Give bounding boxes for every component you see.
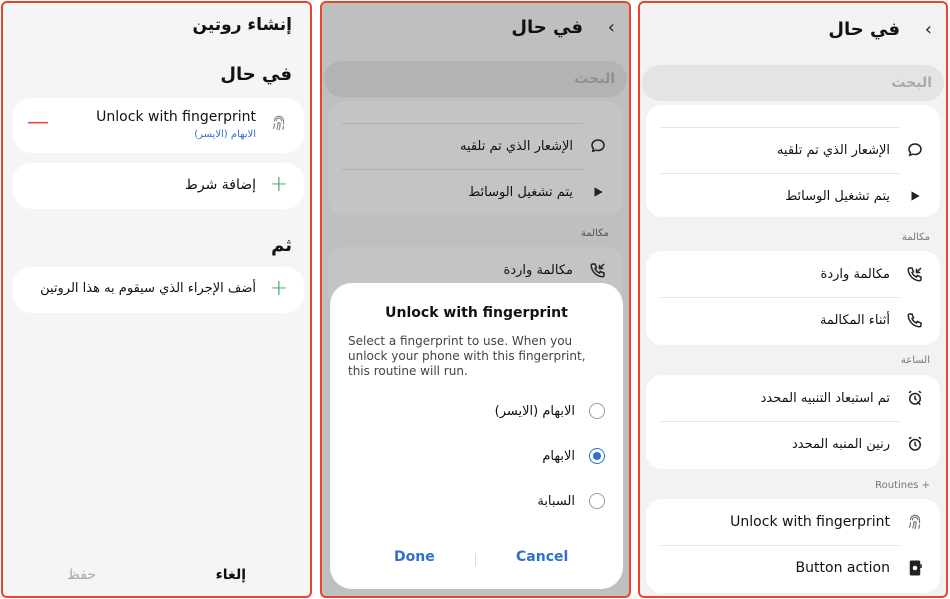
remove-condition-icon[interactable]: — bbox=[27, 112, 49, 134]
list-card: الإشعار الذي تم تلقيه يتم تشغيل الوسائط bbox=[328, 101, 623, 215]
condition-label: Unlock with fingerprint bbox=[96, 109, 256, 125]
alarm-off-icon bbox=[904, 387, 926, 409]
option-label: الابهام (الايسر) bbox=[494, 403, 575, 419]
chat-bubble-icon bbox=[904, 139, 926, 161]
list-item-label: أثناء المكالمة bbox=[819, 312, 890, 328]
call-card: مكالمة واردة أثناء المكالمة bbox=[646, 251, 940, 345]
search-bar[interactable]: البحث bbox=[642, 65, 944, 101]
list-item-label: Button action bbox=[795, 560, 890, 576]
condition-list-panel: ‹ في حال البحث الإشعار الذي تم تلقيه يتم… bbox=[638, 1, 948, 598]
list-item-partial[interactable] bbox=[328, 101, 623, 123]
incoming-call-icon bbox=[904, 263, 926, 285]
list-item-label: يتم تشغيل الوسائط bbox=[785, 188, 890, 204]
plus-icon: + bbox=[269, 172, 288, 197]
list-item-label: يتم تشغيل الوسائط bbox=[468, 184, 573, 200]
routines-card: Unlock with fingerprint Button action bbox=[646, 499, 940, 593]
save-button[interactable]: حفظ bbox=[67, 567, 96, 583]
radio-unchecked[interactable] bbox=[589, 493, 605, 509]
add-action-label: أضف الإجراء الذي سيقوم به هذا الروتين bbox=[40, 281, 256, 296]
then-heading: ثم bbox=[271, 235, 292, 256]
phone-icon bbox=[904, 309, 926, 331]
fingerprint-option-thumb[interactable]: الابهام bbox=[542, 444, 605, 468]
dialog-description: Select a fingerprint to use. When you un… bbox=[348, 334, 586, 378]
fingerprint-option-index[interactable]: السبابة bbox=[537, 489, 605, 513]
play-icon bbox=[904, 185, 926, 207]
list-item-during-call[interactable]: أثناء المكالمة bbox=[646, 297, 940, 343]
add-condition-button[interactable]: + إضافة شرط bbox=[13, 163, 304, 209]
chat-bubble-icon bbox=[587, 135, 609, 157]
list-item-label: مكالمة واردة bbox=[503, 262, 573, 278]
page-title: إنشاء روتين bbox=[192, 15, 292, 35]
radio-checked[interactable] bbox=[589, 448, 605, 464]
plus-icon: + bbox=[269, 276, 288, 301]
list-item-label: الإشعار الذي تم تلقيه bbox=[459, 138, 573, 154]
clock-card: تم استبعاد التنبيه المحدد رنين المنبه ال… bbox=[646, 375, 940, 469]
list-item-incoming-call[interactable]: مكالمة واردة bbox=[646, 251, 940, 297]
button-action-icon bbox=[904, 557, 926, 579]
option-label: السبابة bbox=[537, 493, 575, 509]
play-icon bbox=[587, 181, 609, 203]
condition-sub: الابهام (الايسر) bbox=[194, 129, 256, 140]
condition-picker-panel: ‹ في حال البحث الإشعار الذي تم تلقيه يتم… bbox=[320, 1, 631, 598]
fingerprint-icon bbox=[904, 511, 926, 533]
fingerprint-dialog: Unlock with fingerprint Select a fingerp… bbox=[330, 283, 623, 589]
if-heading: في حال bbox=[220, 64, 292, 85]
list-item-label: الإشعار الذي تم تلقيه bbox=[776, 142, 890, 158]
list-item-media[interactable]: يتم تشغيل الوسائط bbox=[328, 169, 623, 215]
group-label-call: مكالمة bbox=[580, 228, 609, 239]
list-item-label: تم استبعاد التنبيه المحدد bbox=[760, 390, 890, 406]
incoming-call-icon bbox=[587, 259, 609, 281]
page-title: في حال bbox=[511, 17, 583, 38]
add-action-button[interactable]: + أضف الإجراء الذي سيقوم به هذا الروتين bbox=[13, 267, 304, 313]
back-chevron-icon[interactable]: ‹ bbox=[925, 19, 932, 40]
search-label: البحث bbox=[891, 75, 932, 91]
add-condition-label: إضافة شرط bbox=[184, 177, 256, 193]
back-chevron-icon[interactable]: ‹ bbox=[608, 17, 615, 38]
search-bar[interactable]: البحث bbox=[324, 61, 627, 97]
list-card: الإشعار الذي تم تلقيه يتم تشغيل الوسائط bbox=[646, 105, 940, 217]
option-label: الابهام bbox=[542, 448, 575, 464]
list-item-notification[interactable]: الإشعار الذي تم تلقيه bbox=[646, 127, 940, 173]
fingerprint-option-left-thumb[interactable]: الابهام (الايسر) bbox=[495, 399, 605, 423]
radio-unchecked[interactable] bbox=[589, 403, 605, 419]
fingerprint-icon bbox=[270, 114, 288, 136]
group-label-clock: الساعة bbox=[900, 355, 930, 366]
list-item-media[interactable]: يتم تشغيل الوسائط bbox=[646, 173, 940, 219]
list-item-button-action[interactable]: Button action bbox=[646, 545, 940, 591]
condition-card[interactable]: Unlock with fingerprint الابهام (الايسر)… bbox=[13, 98, 304, 153]
list-item-alarm-ringing[interactable]: رنين المنبه المحدد bbox=[646, 421, 940, 467]
create-routine-panel: إنشاء روتين في حال Unlock with fingerpri… bbox=[1, 1, 312, 598]
dialog-title: Unlock with fingerprint bbox=[385, 305, 568, 321]
group-label-call: مكالمة bbox=[901, 232, 930, 243]
cancel-button[interactable]: إلغاء bbox=[216, 567, 246, 583]
list-item-alarm-dismissed[interactable]: تم استبعاد التنبيه المحدد bbox=[646, 375, 940, 421]
done-button[interactable]: Done bbox=[394, 549, 435, 565]
list-item-label: Unlock with fingerprint bbox=[730, 514, 890, 530]
page-title: في حال bbox=[828, 19, 900, 40]
search-label: البحث bbox=[574, 71, 615, 87]
cancel-button[interactable]: Cancel bbox=[516, 549, 568, 565]
list-item-label: رنين المنبه المحدد bbox=[792, 436, 890, 452]
list-item-partial[interactable] bbox=[646, 105, 940, 127]
list-item-label: مكالمة واردة bbox=[820, 266, 890, 282]
list-item-notification[interactable]: الإشعار الذي تم تلقيه bbox=[328, 123, 623, 169]
group-label-routines: Routines + bbox=[875, 480, 930, 491]
list-item-unlock-fingerprint[interactable]: Unlock with fingerprint bbox=[646, 499, 940, 545]
alarm-clock-icon bbox=[904, 433, 926, 455]
